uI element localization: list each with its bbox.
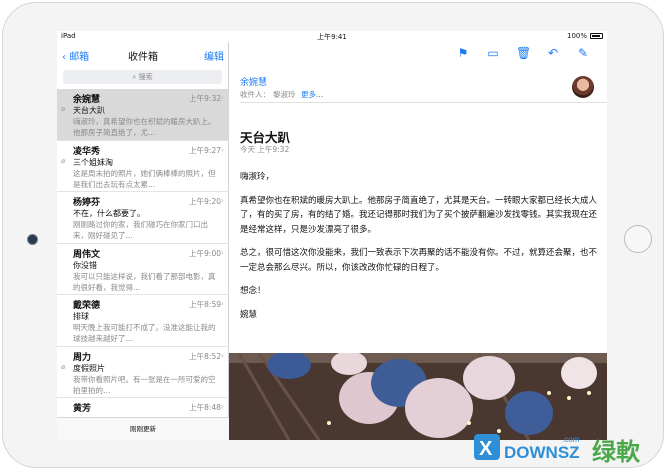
chevron-right-icon: ›: [220, 402, 224, 411]
avatar: [572, 76, 594, 98]
message-time: 上午8:48: [189, 403, 221, 412]
message-time: 上午8:59: [189, 300, 221, 309]
more-link[interactable]: 更多...: [301, 89, 323, 100]
sender-name: 杨婷芬: [73, 198, 101, 208]
attached-photo[interactable]: [229, 353, 607, 440]
message-preview: 嗨淑玲，真希望你也在积斌的暖房大趴上。他那房子简直绝了，尤...: [73, 117, 216, 137]
detail-toolbar: ⚑ ▭ 🗑 ↶ ✎: [229, 42, 607, 66]
message-time: 上午9:00: [189, 248, 221, 258]
sender-name: 凌华秀: [73, 146, 101, 157]
list-item[interactable]: 周伟文 上午9:00 你没错 我可以只能这样说，我们看了那部电影，真的很好看，我觉得.…: [57, 244, 229, 295]
header-divider: [240, 102, 607, 103]
watermark-logo: X DOWNSZ .com 绿軟: [474, 428, 664, 468]
chevron-right-icon: ›: [220, 299, 224, 308]
recipient-label: 收件人：: [240, 90, 270, 99]
trash-icon[interactable]: 🗑: [516, 46, 531, 60]
message-preview: 刚刚路过你的家，我们碰巧在你家门口出来，刚好碰见了...: [73, 220, 208, 240]
attachment-icon: ⌀: [61, 105, 66, 113]
search-placeholder: 搜索: [138, 73, 153, 81]
message-subject: 排球: [73, 312, 89, 321]
message-time: 上午9:27: [189, 145, 221, 155]
body-paragraph: 想念！: [240, 286, 266, 296]
sender-name: 周伟文: [73, 249, 101, 260]
sender-name: 黄芳: [73, 404, 92, 414]
attachment-icon: ⌀: [61, 156, 66, 165]
recipient-name[interactable]: 黎淑玲: [273, 89, 296, 100]
home-button[interactable]: [624, 225, 652, 253]
search-input[interactable]: ⌕ 搜索: [63, 70, 222, 84]
flag-icon[interactable]: ⚑: [456, 46, 470, 60]
body-paragraph: 总之，很可惜这次你没能来，我们一致表示下次再聚的话不能没有你。不过，就算还会聚，…: [240, 248, 598, 273]
chevron-right-icon: ›: [220, 93, 224, 102]
svg-text:X: X: [479, 438, 493, 460]
folder-icon[interactable]: ▭: [486, 46, 500, 60]
screen: iPad 上午9:41 100% ‹ 邮箱 收件箱 编辑 ⌕ 搜索 余婉慧上午9…: [57, 31, 607, 440]
battery-icon: [590, 33, 603, 39]
message-list: 余婉慧 上午9:32 天台大趴嗨淑玲，真希望你也在积斌的暖房大趴上。他那房子简直绝了…: [57, 89, 229, 440]
sender-name: 周力: [73, 352, 92, 363]
lanterns-image: [229, 353, 607, 440]
updated-status: 刚刚更新: [57, 417, 229, 440]
sender-name: 余婉慧: [73, 95, 101, 105]
reply-icon[interactable]: ↶: [546, 46, 560, 60]
message-time: 上午9:32: [189, 94, 221, 103]
body-paragraph: 真希望你也在积斌的暖房大趴上。他那房子简直绝了，尤其是天台。一转眼大家都已经长大…: [240, 195, 598, 235]
attachment-icon: ⌀: [61, 362, 66, 371]
front-camera: [27, 234, 38, 245]
message-preview: 我可以只能这样说，我们看了那部电影，真的很好看，我觉得...: [73, 271, 216, 292]
status-bar: iPad 上午9:41 100%: [57, 31, 607, 42]
message-date: 今天 上午9:32: [240, 145, 290, 154]
watermark-cn: 绿軟: [592, 438, 641, 466]
body-paragraph: 婉慧: [240, 309, 258, 320]
message-subject: 你没错: [73, 260, 97, 270]
message-subject: 度假照片: [73, 363, 105, 373]
watermark-brand: DOWNSZ: [504, 443, 580, 462]
list-item[interactable]: 戴荣德 上午8:59 排球明天晚上我可能打不成了。没准这能让我的球技越来越好了… ›: [57, 295, 229, 347]
list-item[interactable]: 凌华秀 上午9:27 三个姐妹淘 这是周末拍的照片，她们俩棒棒的照片，但是我们出去玩有…: [57, 141, 229, 192]
message-preview: 我带你看照片吧。有一张是在一所可爱的空拍里拍的…: [73, 374, 216, 395]
chevron-right-icon: ›: [220, 350, 224, 360]
list-item[interactable]: 余婉慧 上午9:32 天台大趴嗨淑玲，真希望你也在积斌的暖房大趴上。他那房子简直绝了…: [57, 89, 229, 141]
battery-percent: 100%: [566, 32, 587, 40]
list-item[interactable]: 杨婷芬 上午9:20 不在，什么都要了。刚刚路过你的家，我们碰巧在你家门口出来，刚好…: [57, 192, 229, 244]
message-body: 嗨淑玲， 真希望你也在积斌的暖房大趴上。他那房子简直绝了，尤其是天台。一转眼大家…: [240, 170, 600, 331]
watermark-dotcom: .com: [562, 435, 580, 444]
sender-name: 戴荣德: [73, 301, 101, 311]
compose-icon[interactable]: ✎: [576, 46, 590, 60]
sidebar-navbar: ‹ 邮箱 收件箱 编辑: [57, 42, 229, 68]
status-time: 上午9:41: [317, 33, 347, 41]
body-paragraph: 嗨淑玲，: [240, 172, 275, 182]
message-preview: 明天晚上我可能打不成了。没准这能让我的球技越来越好了…: [73, 323, 216, 343]
message-subject: 天台大趴: [73, 106, 105, 115]
message-subject: 三个姐妹淘: [73, 157, 113, 167]
mail-sidebar: ‹ 邮箱 收件箱 编辑 ⌕ 搜索 余婉慧 上午9:32 天台大趴嗨淑玲，真希望你也在…: [57, 42, 229, 440]
sender-name[interactable]: 余婉慧: [240, 75, 267, 88]
chevron-right-icon: ›: [220, 144, 224, 154]
message-detail: ⚑ ▭ 🗑 ↶ ✎ 余婉慧 收件人： 黎淑玲 更多... 天台大趴 今天 上午9…: [229, 42, 607, 440]
chevron-right-icon: ›: [220, 247, 224, 257]
chevron-right-icon: ›: [220, 196, 224, 205]
message-preview: 这是周末拍的照片，她们俩棒棒的照片，但是我们出去玩有点太累...: [73, 168, 216, 189]
message-time: 上午8:52: [189, 351, 221, 361]
edit-button[interactable]: 编辑: [204, 48, 224, 63]
message-time: 上午9:20: [189, 197, 221, 206]
list-item[interactable]: 周力 上午8:52 度假照片 我带你看照片吧。有一张是在一所可爱的空拍里拍的… › ⌀: [57, 347, 229, 398]
message-subject: 不在，什么都要了。: [73, 209, 145, 218]
